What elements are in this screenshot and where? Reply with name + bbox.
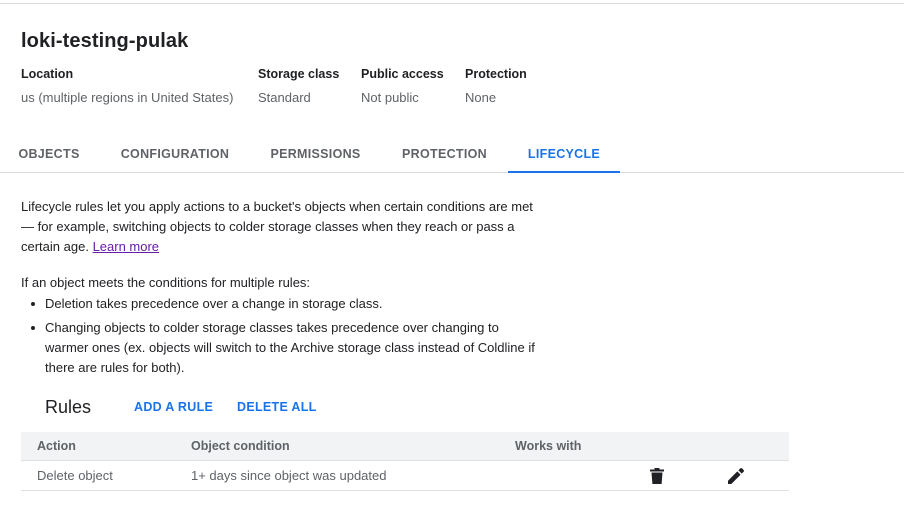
conditions-lead: If an object meets the conditions for mu… [21,275,311,290]
meta-public-access: Public access Not public [361,66,444,106]
rules-heading: Rules [45,397,92,417]
lifecycle-intro: Lifecycle rules let you apply actions to… [21,197,541,257]
list-item: Deletion takes precedence over a change … [21,294,541,314]
tab-objects[interactable]: OBJECTS [18,135,79,172]
column-header-condition: Object condition [191,439,290,453]
bucket-title: loki-testing-pulak [21,30,189,52]
tab-lifecycle-label: LIFECYCLE [527,146,601,161]
trash-icon[interactable] [648,467,666,485]
tab-protection[interactable]: PROTECTION [402,135,487,172]
column-header-action: Action [37,439,76,453]
meta-label: Protection [465,67,527,81]
rule-action: Delete object [37,468,113,483]
table-header: Action Object condition Works with [21,432,789,461]
meta-label: Location [21,67,74,81]
meta-label: Public access [361,67,444,81]
meta-value: us (multiple regions in United States) [21,90,234,105]
table-row: Delete object 1+ days since object was u… [21,461,789,491]
tab-bar: OBJECTS CONFIGURATION PERMISSIONS PROTEC… [0,135,904,173]
meta-location: Location us (multiple regions in United … [21,66,233,106]
meta-label: Storage class [258,67,340,81]
rules-table: Action Object condition Works with Delet… [21,432,789,491]
tab-permissions[interactable]: PERMISSIONS [270,135,360,172]
delete-all-button[interactable]: DELETE ALL [237,400,317,414]
meta-value: None [465,90,497,105]
tab-lifecycle[interactable]: LIFECYCLE [508,135,620,173]
meta-value: Standard [258,90,311,105]
meta-protection: Protection None [465,66,527,106]
precedence-list: Deletion takes precedence over a change … [21,294,541,382]
learn-more-link[interactable]: Learn more [93,239,159,254]
meta-storage-class: Storage class Standard [258,66,339,106]
column-header-works-with: Works with [515,439,582,453]
rule-condition: 1+ days since object was updated [191,468,387,483]
meta-value: Not public [361,90,419,105]
active-tab-indicator [508,171,620,173]
add-rule-button[interactable]: ADD A RULE [134,400,213,414]
list-item: Changing objects to colder storage class… [21,318,541,378]
pencil-icon[interactable] [727,467,745,485]
top-divider [0,3,904,4]
tab-configuration[interactable]: CONFIGURATION [121,135,229,172]
